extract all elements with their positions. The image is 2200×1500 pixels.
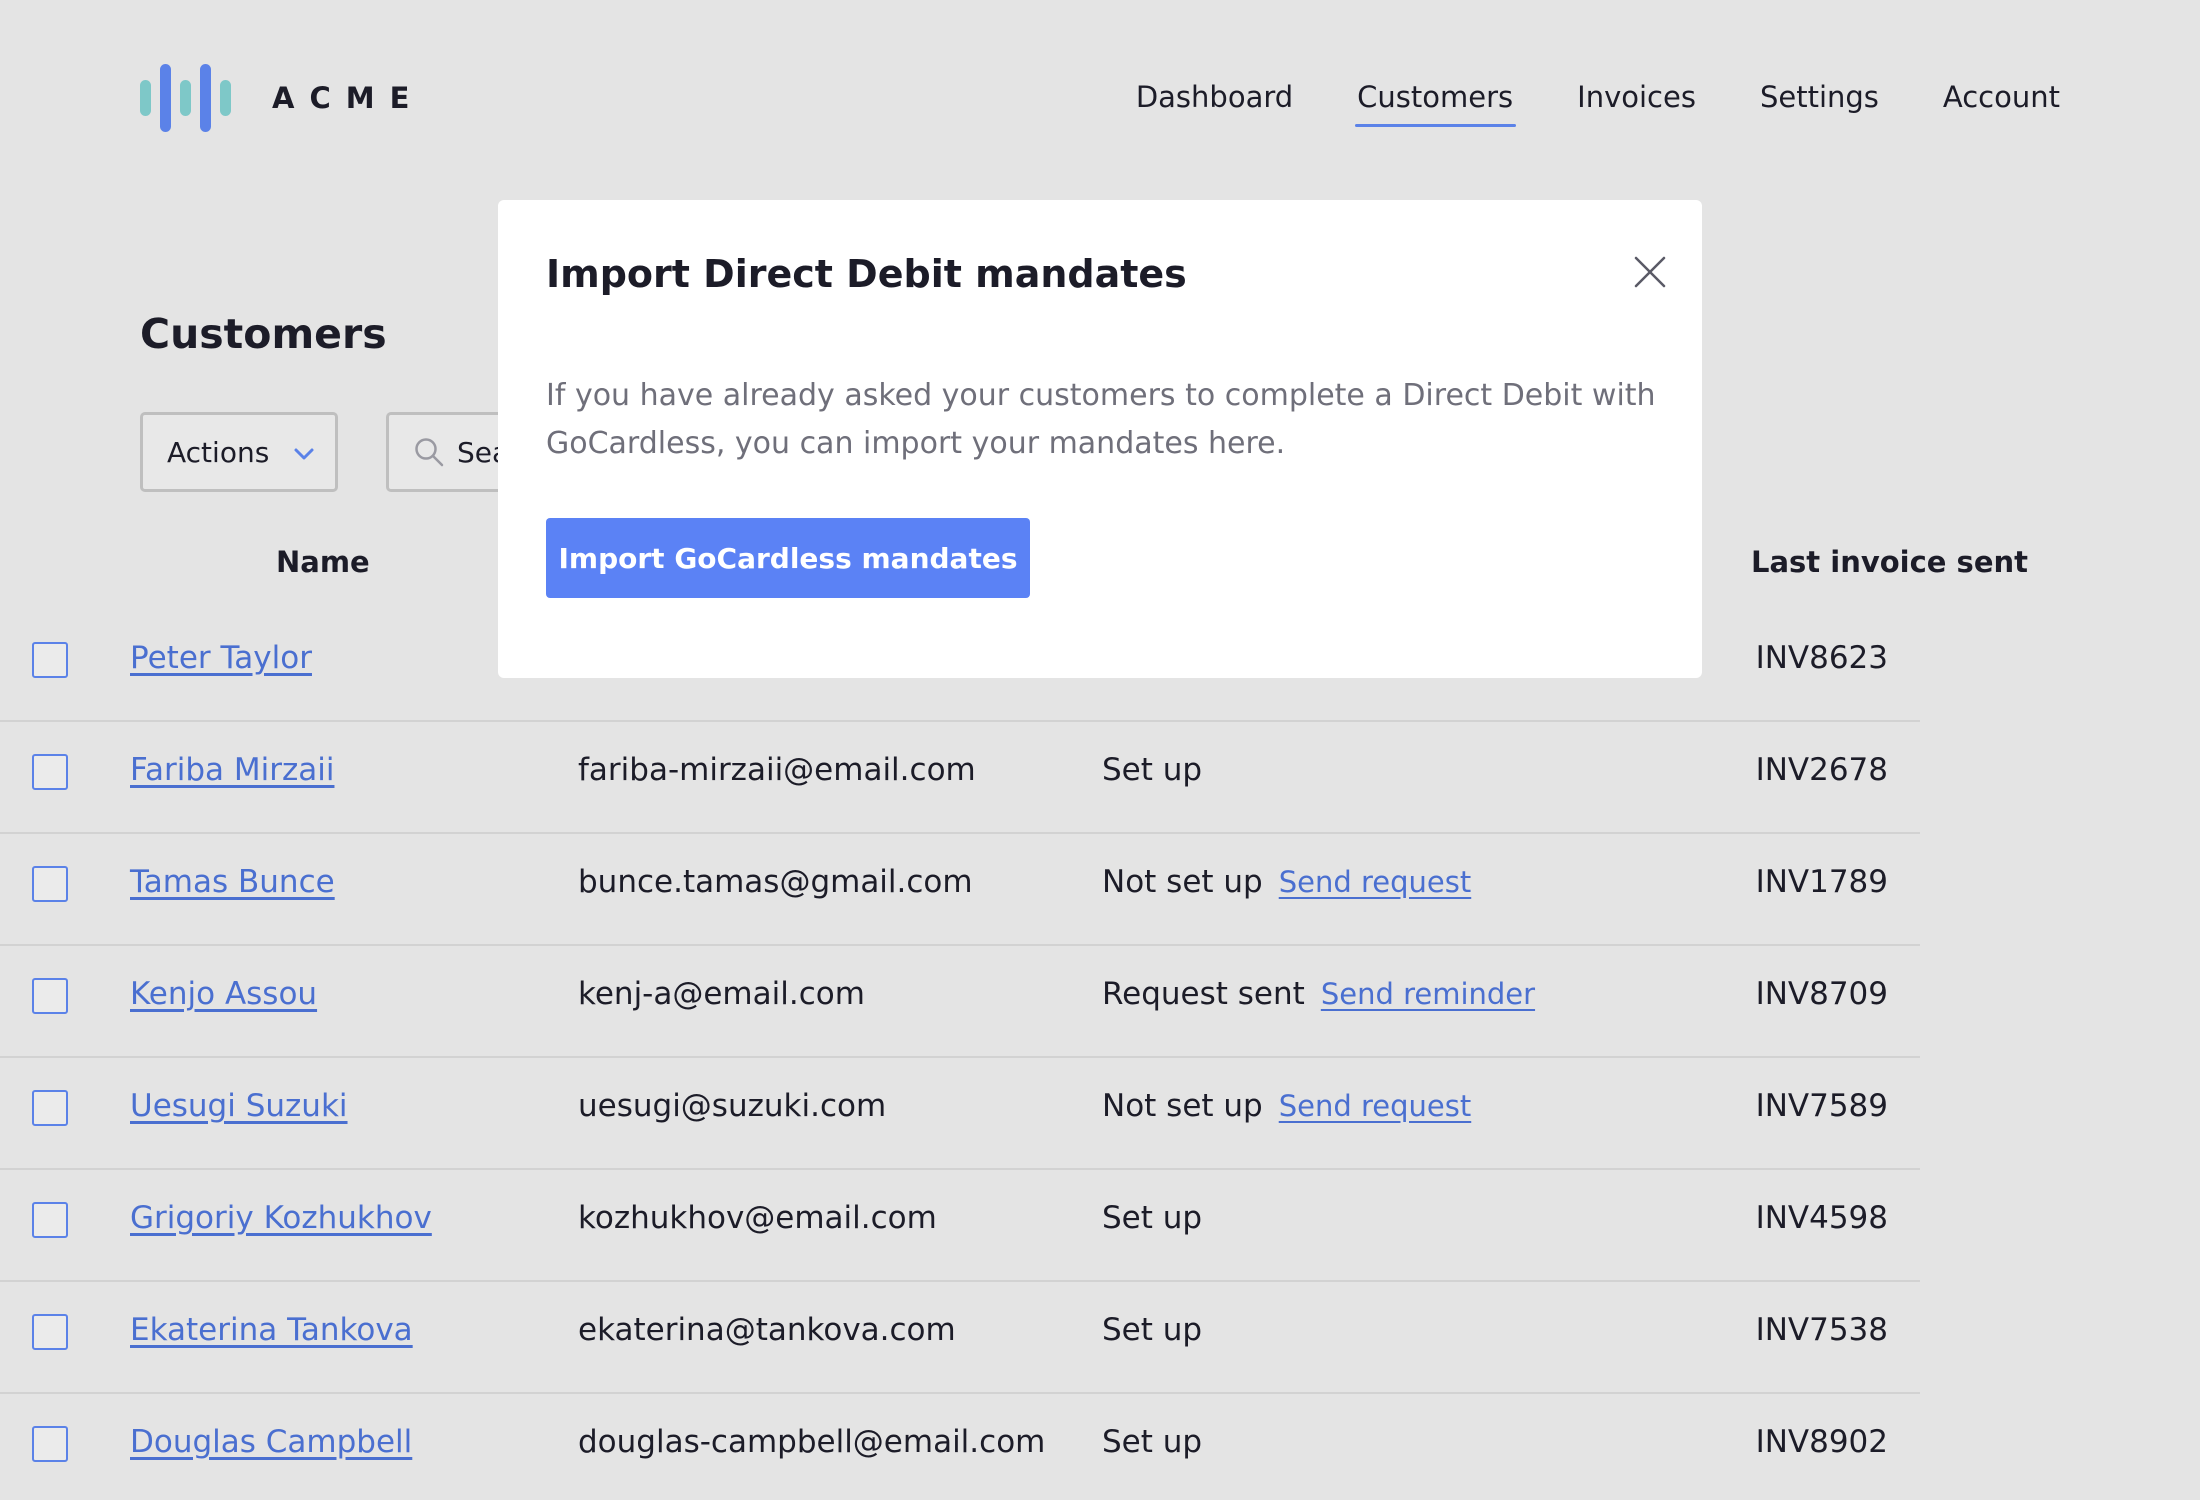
table-row: Grigoriy Kozhukhov kozhukhov@email.com S… [0, 1170, 1920, 1282]
mandate-status: Not set up Send request [1102, 1088, 1471, 1124]
nav-account[interactable]: Account [1943, 80, 2060, 124]
row-checkbox[interactable] [32, 1090, 68, 1126]
mandate-status: Set up [1102, 1424, 1202, 1460]
customer-name-link[interactable]: Uesugi Suzuki [130, 1088, 348, 1124]
logo[interactable]: ACME [140, 64, 424, 132]
send-request-link[interactable]: Send request [1279, 865, 1472, 899]
table-row: Kenjo Assou kenj-a@email.com Request sen… [0, 946, 1920, 1058]
table-row: Tamas Bunce bunce.tamas@gmail.com Not se… [0, 834, 1920, 946]
row-checkbox[interactable] [32, 754, 68, 790]
app-header: ACME Dashboard Customers Invoices Settin… [140, 60, 2060, 140]
mandate-status-text: Set up [1102, 1424, 1203, 1460]
customer-name-link[interactable]: Fariba Mirzaii [130, 752, 334, 788]
customer-email: fariba-mirzaii@email.com [578, 752, 976, 788]
table-row: Uesugi Suzuki uesugi@suzuki.com Not set … [0, 1058, 1920, 1170]
customer-email: kozhukhov@email.com [578, 1200, 937, 1236]
row-checkbox[interactable] [32, 866, 68, 902]
mandate-status: Set up [1102, 1200, 1202, 1236]
mandate-status: Set up [1102, 752, 1202, 788]
last-invoice: INV8709 [1755, 976, 1888, 1012]
table-row: Fariba Mirzaii fariba-mirzaii@email.com … [0, 722, 1920, 834]
customer-email: douglas-campbell@email.com [578, 1424, 1046, 1460]
send-reminder-link[interactable]: Send reminder [1321, 977, 1535, 1011]
customer-name-link[interactable]: Ekaterina Tankova [130, 1312, 413, 1348]
row-checkbox[interactable] [32, 1202, 68, 1238]
nav-settings[interactable]: Settings [1760, 80, 1879, 124]
last-invoice: INV2678 [1755, 752, 1888, 788]
actions-label: Actions [167, 435, 270, 469]
customer-email: bunce.tamas@gmail.com [578, 864, 973, 900]
last-invoice: INV1789 [1755, 864, 1888, 900]
last-invoice: INV7538 [1755, 1312, 1888, 1348]
table-row: Ekaterina Tankova ekaterina@tankova.com … [0, 1282, 1920, 1394]
modal-description: If you have already asked your customers… [546, 378, 1656, 461]
close-icon[interactable] [1630, 252, 1670, 292]
mandate-status-text: Set up [1102, 752, 1203, 788]
last-invoice: INV4598 [1755, 1200, 1888, 1236]
actions-dropdown[interactable]: Actions [140, 412, 338, 492]
mandate-status-text: Set up [1102, 1312, 1203, 1348]
nav-dashboard[interactable]: Dashboard [1136, 80, 1293, 124]
row-checkbox[interactable] [32, 1426, 68, 1462]
customer-email: uesugi@suzuki.com [578, 1088, 887, 1124]
import-gocardless-button[interactable]: Import GoCardless mandates [546, 518, 1030, 598]
row-checkbox[interactable] [32, 978, 68, 1014]
last-invoice: INV8902 [1755, 1424, 1888, 1460]
nav-customers[interactable]: Customers [1355, 80, 1517, 127]
customer-name-link[interactable]: Douglas Campbell [130, 1424, 412, 1460]
column-header-last-invoice[interactable]: Last invoice sent [1751, 545, 2028, 579]
customer-name-link[interactable]: Grigoriy Kozhukhov [130, 1200, 432, 1236]
chevron-down-icon [294, 448, 314, 460]
mandate-status-text: Set up [1102, 1200, 1203, 1236]
customer-name-link[interactable]: Kenjo Assou [130, 976, 317, 1012]
page-title: Customers [140, 310, 387, 358]
last-invoice: INV8623 [1755, 640, 1888, 676]
import-mandates-modal: Import Direct Debit mandates If you have… [498, 200, 1702, 678]
logo-text: ACME [272, 81, 425, 115]
mandate-status: Not set up Send request [1102, 864, 1471, 900]
modal-title: Import Direct Debit mandates [546, 252, 1187, 296]
mandate-status-text: Not set up [1102, 864, 1263, 900]
mandate-status: Set up [1102, 1312, 1202, 1348]
nav-invoices[interactable]: Invoices [1577, 80, 1696, 124]
acme-bars-icon [140, 64, 232, 132]
mandate-status-text: Request sent [1102, 976, 1305, 1012]
send-request-link[interactable]: Send request [1279, 1089, 1472, 1123]
last-invoice: INV7589 [1755, 1088, 1888, 1124]
main-nav: Dashboard Customers Invoices Settings Ac… [1136, 80, 2060, 127]
column-header-name[interactable]: Name [276, 545, 370, 579]
customer-email: kenj-a@email.com [578, 976, 865, 1012]
customer-name-link[interactable]: Peter Taylor [130, 640, 312, 676]
search-icon [415, 438, 444, 467]
customer-email: ekaterina@tankova.com [578, 1312, 956, 1348]
row-checkbox[interactable] [32, 1314, 68, 1350]
customer-name-link[interactable]: Tamas Bunce [130, 864, 335, 900]
mandate-status: Request sent Send reminder [1102, 976, 1535, 1012]
row-checkbox[interactable] [32, 642, 68, 678]
mandate-status-text: Not set up [1102, 1088, 1263, 1124]
table-row: Douglas Campbell douglas-campbell@email.… [0, 1394, 1920, 1500]
